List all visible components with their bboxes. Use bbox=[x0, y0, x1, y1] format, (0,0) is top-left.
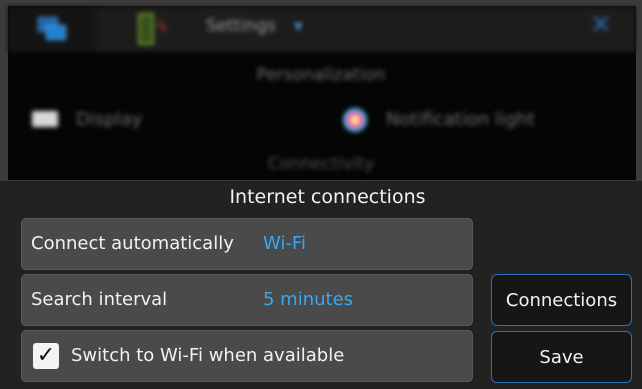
blurred-settings-background: ϟ Settings ▼ ✕ Personalization Display N… bbox=[0, 0, 642, 180]
display-icon bbox=[32, 111, 58, 127]
search-interval-row[interactable]: Search interval 5 minutes bbox=[21, 274, 473, 326]
row-label: Connect automatically bbox=[31, 233, 234, 254]
windows-icon[interactable] bbox=[38, 17, 68, 41]
checkbox-label: Switch to Wi-Fi when available bbox=[71, 345, 345, 366]
save-button[interactable]: Save bbox=[491, 331, 632, 383]
row-label: Search interval bbox=[31, 289, 168, 310]
charging-plug-icon: ϟ bbox=[156, 17, 168, 38]
section-header-connectivity: Connectivity bbox=[267, 154, 375, 174]
settings-item-notification-light[interactable]: Notification light bbox=[386, 109, 535, 130]
settings-title[interactable]: Settings bbox=[206, 16, 276, 36]
row-value: Wi-Fi bbox=[263, 233, 306, 254]
chevron-down-icon[interactable]: ▼ bbox=[294, 20, 302, 33]
connections-button[interactable]: Connections bbox=[491, 274, 632, 326]
sheet-title: Internet connections bbox=[229, 186, 426, 208]
row-value: 5 minutes bbox=[263, 289, 354, 310]
notification-light-icon bbox=[343, 108, 367, 132]
connect-automatically-row[interactable]: Connect automatically Wi-Fi bbox=[21, 218, 473, 270]
close-icon[interactable]: ✕ bbox=[590, 10, 612, 40]
section-header-personalization: Personalization bbox=[256, 65, 386, 85]
top-bar bbox=[8, 6, 636, 52]
battery-icon bbox=[138, 13, 154, 45]
settings-item-display[interactable]: Display bbox=[76, 109, 142, 130]
checkmark-icon[interactable]: ✓ bbox=[33, 343, 59, 369]
switch-to-wifi-row[interactable]: ✓ Switch to Wi-Fi when available bbox=[21, 330, 473, 382]
